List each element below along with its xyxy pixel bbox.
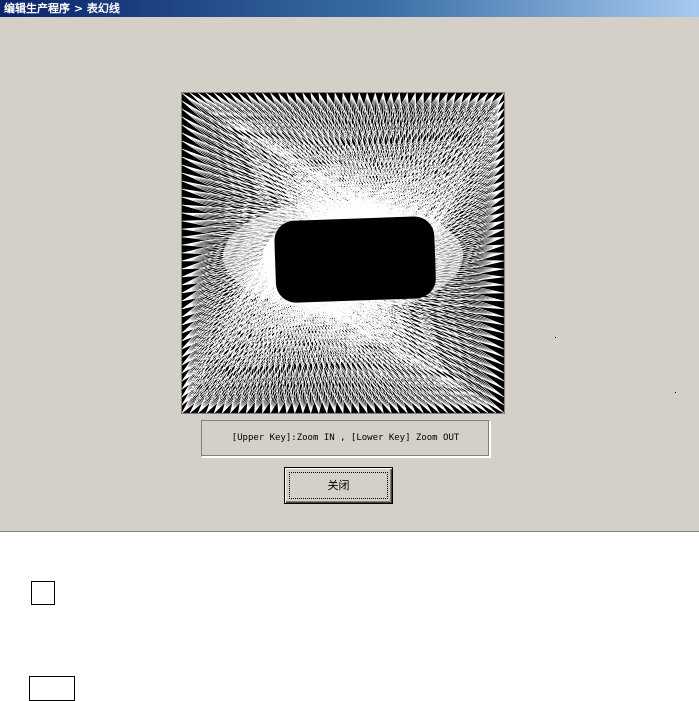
stray-pixel bbox=[675, 392, 676, 393]
program-editor-window: 编辑生产程序 > 表幻线 [Upper Key]:Zoom IN , [Lowe… bbox=[0, 0, 699, 532]
radial-line-pattern-icon bbox=[182, 93, 504, 413]
window-title: 编辑生产程序 > 表幻线 bbox=[0, 0, 699, 17]
pattern-preview-canvas[interactable] bbox=[181, 92, 505, 414]
close-button-label: 关闭 bbox=[327, 479, 350, 492]
close-button[interactable]: 关闭 bbox=[284, 467, 393, 504]
checkbox[interactable] bbox=[31, 581, 55, 605]
stray-pixel bbox=[555, 337, 556, 338]
small-input-box[interactable] bbox=[29, 676, 75, 701]
zoom-hint-label: [Upper Key]:Zoom IN , [Lower Key] Zoom O… bbox=[201, 420, 490, 457]
